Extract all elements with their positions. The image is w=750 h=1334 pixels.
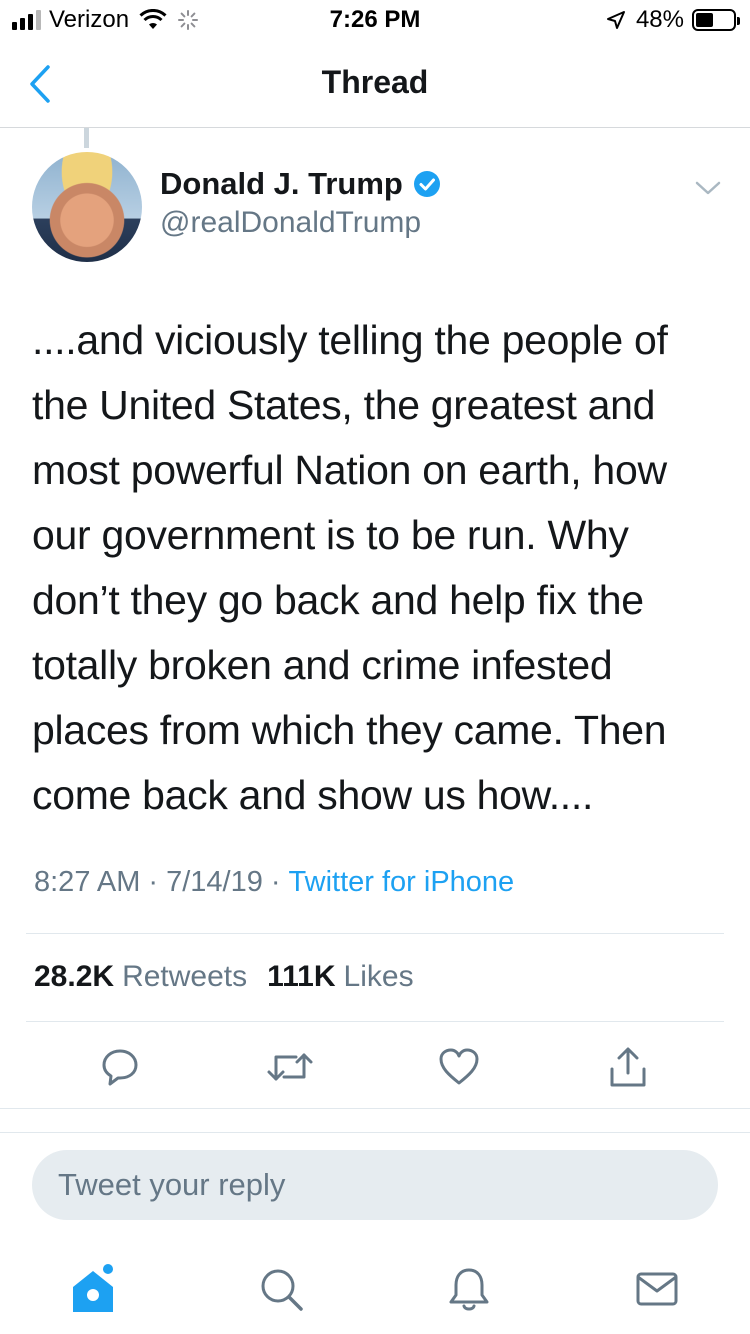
tweet-time: 8:27 AM [34,866,141,898]
display-name[interactable]: Donald J. Trump [160,166,403,202]
divider [26,933,724,934]
divider [26,1021,724,1022]
home-icon [73,1264,113,1312]
nav-bar: Thread [0,40,750,128]
avatar[interactable] [32,152,142,262]
wifi-icon [139,9,167,29]
reply-button[interactable] [95,1042,145,1092]
tweet-stats: 28.2K Retweets 111K Likes [34,960,434,994]
tab-messages[interactable] [630,1262,684,1316]
meta-separator: · [270,866,281,898]
verified-badge-icon [413,171,440,197]
tab-notifications[interactable] [442,1262,496,1316]
user-name-row: Donald J. Trump [160,166,441,202]
status-bar: Verizon 7:26 PM 48% [0,0,750,40]
search-icon [261,1269,303,1311]
battery-level [696,13,714,27]
page-title: Thread [321,64,429,100]
tweet-source-link[interactable]: Twitter for iPhone [289,866,515,899]
share-icon [610,1047,646,1087]
likes-label[interactable]: Likes [344,960,414,994]
retweet-icon [267,1053,313,1081]
battery-icon [692,9,740,31]
like-button[interactable] [434,1042,484,1092]
reply-icon [102,1049,138,1086]
tweet-line: our government is to be run. Why [32,512,629,558]
tweet-line: places from which they came. Then [32,707,667,753]
heart-icon [439,1048,479,1085]
retweet-button[interactable] [265,1042,315,1092]
retweets-label[interactable]: Retweets [122,960,247,994]
tab-home[interactable] [66,1262,120,1316]
cell-signal-icon [12,10,41,30]
tweet-line: the United States, the greatest and [32,382,656,428]
mail-icon [636,1272,678,1306]
chevron-left-icon [30,65,50,103]
tweet-line: most powerful Nation on earth, how [32,447,667,493]
divider [0,1108,750,1109]
battery-percent: 48% [635,6,684,33]
status-left: Verizon [12,6,199,34]
reply-input[interactable] [58,1167,718,1203]
tweet-text: ....and viciously telling the people of … [32,308,722,828]
likes-count[interactable]: 111K [267,960,335,994]
tweet-line: come back and show us how.... [32,772,594,818]
thread-connector [84,128,89,148]
status-right: 48% [606,6,740,34]
tab-search[interactable] [254,1262,308,1316]
activity-spinner-icon [178,10,199,30]
bell-icon [449,1268,489,1311]
user-handle[interactable]: @realDonaldTrump [160,206,421,240]
share-button[interactable] [603,1042,653,1092]
back-button[interactable] [20,62,60,106]
chevron-down-icon[interactable] [694,178,722,198]
carrier-name: Verizon [49,6,130,33]
reply-box[interactable] [32,1150,718,1220]
tweet-meta: 8:27 AM · 7/14/19 · Twitter for iPhone [34,866,514,899]
tweet-actions [0,1042,750,1092]
divider [0,1132,750,1133]
tweet-date: 7/14/19 [166,866,263,898]
retweets-count[interactable]: 28.2K [34,960,114,994]
tweet-line: don’t they go back and help fix the [32,577,644,623]
tweet-line: totally broken and crime infested [32,642,613,688]
tweet-line: ....and viciously telling the people of [32,317,668,363]
tab-bar [0,1250,750,1334]
location-arrow-icon [606,11,625,29]
meta-separator: · [148,866,159,898]
